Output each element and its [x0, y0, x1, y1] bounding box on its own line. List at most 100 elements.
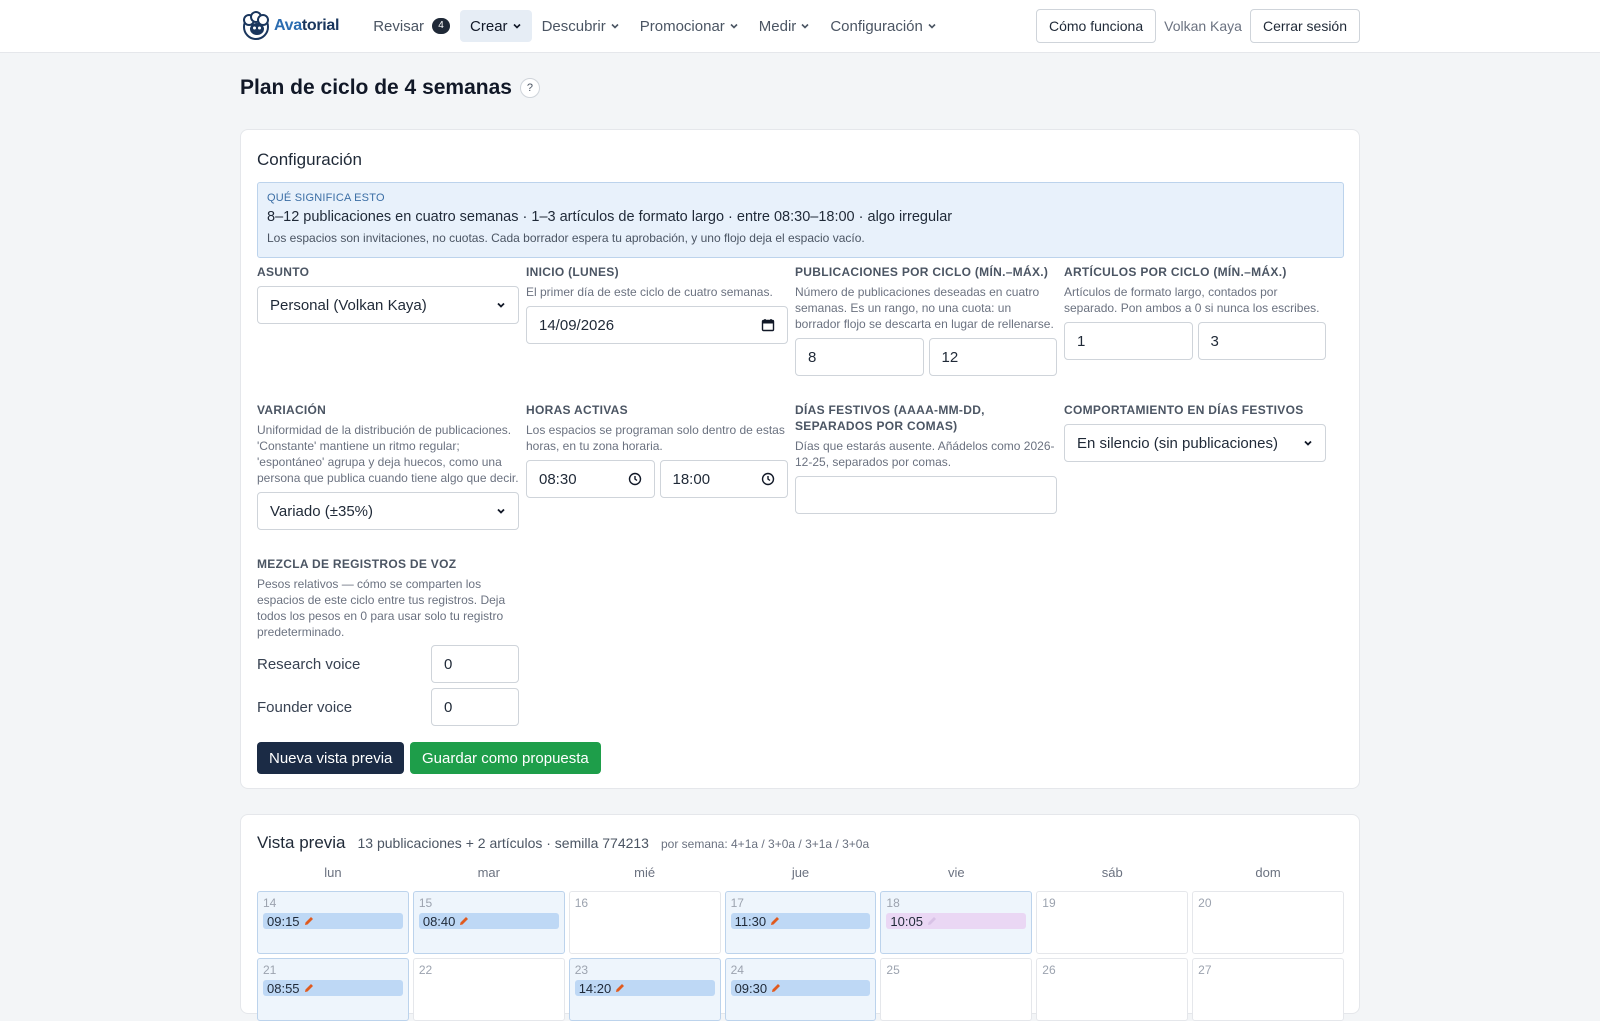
variation-select[interactable]: Variado (±35%) — [257, 492, 519, 530]
preview-per-week: por semana: 4+1a / 3+0a / 3+1a / 3+0a — [660, 837, 870, 851]
calendar-icon[interactable] — [761, 318, 775, 332]
day-number: 21 — [263, 963, 277, 977]
calendar-day[interactable]: 24 09:30 — [724, 958, 877, 1021]
post-slot[interactable]: 09:15 — [263, 913, 403, 929]
weekday-header-row: lun mar mié jue vie sáb dom — [257, 865, 1344, 887]
posts-min-value: 8 — [808, 348, 817, 366]
weekday-label: mié — [634, 865, 656, 880]
logout-button[interactable]: Cerrar sesión — [1249, 9, 1360, 43]
logo-text-torial: torial — [301, 17, 340, 34]
hours-to-input[interactable]: 18:00 — [659, 460, 788, 498]
voice-weight-input[interactable]: 0 — [431, 688, 519, 726]
pencil-icon[interactable] — [770, 982, 782, 994]
calendar-day[interactable]: 20 — [1192, 891, 1344, 954]
voice-weight-input[interactable]: 0 — [431, 645, 519, 683]
holiday-behavior-select[interactable]: En silencio (sin publicaciones) — [1064, 424, 1326, 462]
post-slot[interactable]: 09:30 — [730, 980, 871, 996]
logo-text-ava: Ava — [274, 17, 302, 34]
weekday-label: mar — [477, 865, 500, 880]
slot-time: 14:20 — [578, 980, 612, 996]
day-number: 14 — [263, 896, 277, 910]
nav-crear[interactable]: Crear — [460, 10, 532, 42]
articles-label: ARTÍCULOS POR CICLO (MÍN.–MÁX.) — [1064, 265, 1287, 279]
calendar-day[interactable]: 22 — [412, 958, 565, 1021]
variation-hint: Uniformidad de la distribución de public… — [257, 423, 519, 485]
top-navbar: Avatorial Revisar 4 Crear Descubrir Prom… — [0, 0, 1600, 53]
articles-min-value: 1 — [1077, 332, 1086, 350]
info-kicker: QUÉ SIGNIFICA ESTO — [267, 192, 385, 204]
chevron-down-icon — [497, 302, 505, 308]
post-slot[interactable]: 14:20 — [574, 980, 715, 996]
weekday-label: vie — [948, 865, 965, 880]
calendar-day[interactable]: 16 — [568, 891, 721, 954]
pencil-icon[interactable] — [303, 915, 315, 927]
calendar-day[interactable]: 21 08:55 — [257, 958, 409, 1021]
pencil-icon[interactable] — [303, 982, 315, 994]
start-date-input[interactable]: 14/09/2026 — [526, 306, 788, 344]
nav-configuracion[interactable]: Configuración — [820, 10, 947, 42]
save-proposal-button[interactable]: Guardar como propuesta — [410, 742, 601, 774]
help-icon[interactable]: ? — [519, 78, 540, 98]
pencil-icon[interactable] — [458, 915, 470, 927]
calendar-day[interactable]: 23 14:20 — [568, 958, 721, 1021]
posts-field: PUBLICACIONES POR CICLO (MÍN.–MÁX.) Núme… — [795, 264, 1057, 376]
articles-field: ARTÍCULOS POR CICLO (MÍN.–MÁX.) Artículo… — [1064, 264, 1326, 360]
app-logo[interactable]: Avatorial — [240, 6, 339, 46]
clock-icon[interactable] — [761, 472, 775, 486]
info-box: QUÉ SIGNIFICA ESTO 8–12 publicaciones en… — [257, 182, 1344, 258]
clock-icon[interactable] — [628, 472, 642, 486]
calendar-day[interactable]: 18 10:05 — [880, 891, 1033, 954]
pencil-icon[interactable] — [769, 915, 781, 927]
posts-max-input[interactable]: 12 — [928, 338, 1057, 376]
hours-from-value: 08:30 — [539, 470, 577, 488]
nav-promocionar[interactable]: Promocionar — [630, 10, 749, 42]
hours-from-input[interactable]: 08:30 — [526, 460, 655, 498]
holiday-behavior-value: En silencio (sin publicaciones) — [1077, 434, 1278, 452]
chevron-down-icon — [928, 23, 936, 29]
day-number: 17 — [730, 896, 744, 910]
articles-max-input[interactable]: 3 — [1197, 322, 1326, 360]
variation-value: Variado (±35%) — [270, 502, 374, 520]
post-slot[interactable]: 11:30 — [730, 913, 871, 929]
page-title: Plan de ciclo de 4 semanas — [240, 76, 512, 99]
day-number: 23 — [574, 963, 589, 977]
calendar-day[interactable]: 17 11:30 — [724, 891, 877, 954]
start-date-value: 14/09/2026 — [539, 316, 615, 334]
calendar-day[interactable]: 19 — [1036, 891, 1189, 954]
nav-descubrir[interactable]: Descubrir — [532, 10, 630, 42]
new-preview-button[interactable]: Nueva vista previa — [257, 742, 405, 774]
subject-field: ASUNTO Personal (Volkan Kaya) — [257, 264, 519, 324]
pencil-icon[interactable] — [614, 982, 626, 994]
post-slot[interactable]: 08:55 — [263, 980, 403, 996]
chevron-down-icon — [611, 23, 619, 29]
nav-revisar[interactable]: Revisar 4 — [363, 10, 460, 42]
review-count-badge: 4 — [432, 18, 451, 34]
calendar-day[interactable]: 15 08:40 — [412, 891, 565, 954]
weekday-label: jue — [791, 865, 810, 880]
voice-row: Research voice 0 — [257, 645, 519, 683]
calendar-day[interactable]: 25 — [880, 958, 1033, 1021]
preview-header: Vista previa 13 publicaciones + 2 artícu… — [257, 833, 869, 853]
start-label: INICIO (LUNES) — [526, 265, 619, 279]
variation-field: VARIACIÓN Uniformidad de la distribución… — [257, 402, 519, 530]
how-it-works-button[interactable]: Cómo funciona — [1035, 9, 1157, 43]
articles-min-input[interactable]: 1 — [1064, 322, 1193, 360]
posts-min-input[interactable]: 8 — [795, 338, 924, 376]
calendar-day[interactable]: 26 — [1036, 958, 1189, 1021]
calendar-day[interactable]: 14 09:15 — [257, 891, 409, 954]
day-number: 16 — [574, 896, 589, 910]
subject-label: ASUNTO — [257, 265, 310, 279]
slot-time: 11:30 — [734, 913, 767, 929]
calendar-day[interactable]: 27 — [1192, 958, 1344, 1021]
calendar-week-row: 21 08:55 22 23 14:20 24 09:30 25 26 27 — [257, 958, 1344, 1021]
pencil-icon[interactable] — [926, 915, 938, 927]
article-slot[interactable]: 10:05 — [886, 913, 1027, 929]
nav-configuracion-label: Configuración — [830, 17, 923, 35]
post-slot[interactable]: 08:40 — [418, 913, 559, 929]
subject-select[interactable]: Personal (Volkan Kaya) — [257, 286, 519, 324]
nav-medir[interactable]: Medir — [749, 10, 821, 42]
config-title: Configuración — [257, 150, 362, 169]
holidays-input[interactable] — [795, 476, 1057, 514]
posts-max-value: 12 — [941, 348, 959, 366]
hours-hint: Los espacios se programan solo dentro de… — [526, 423, 785, 453]
